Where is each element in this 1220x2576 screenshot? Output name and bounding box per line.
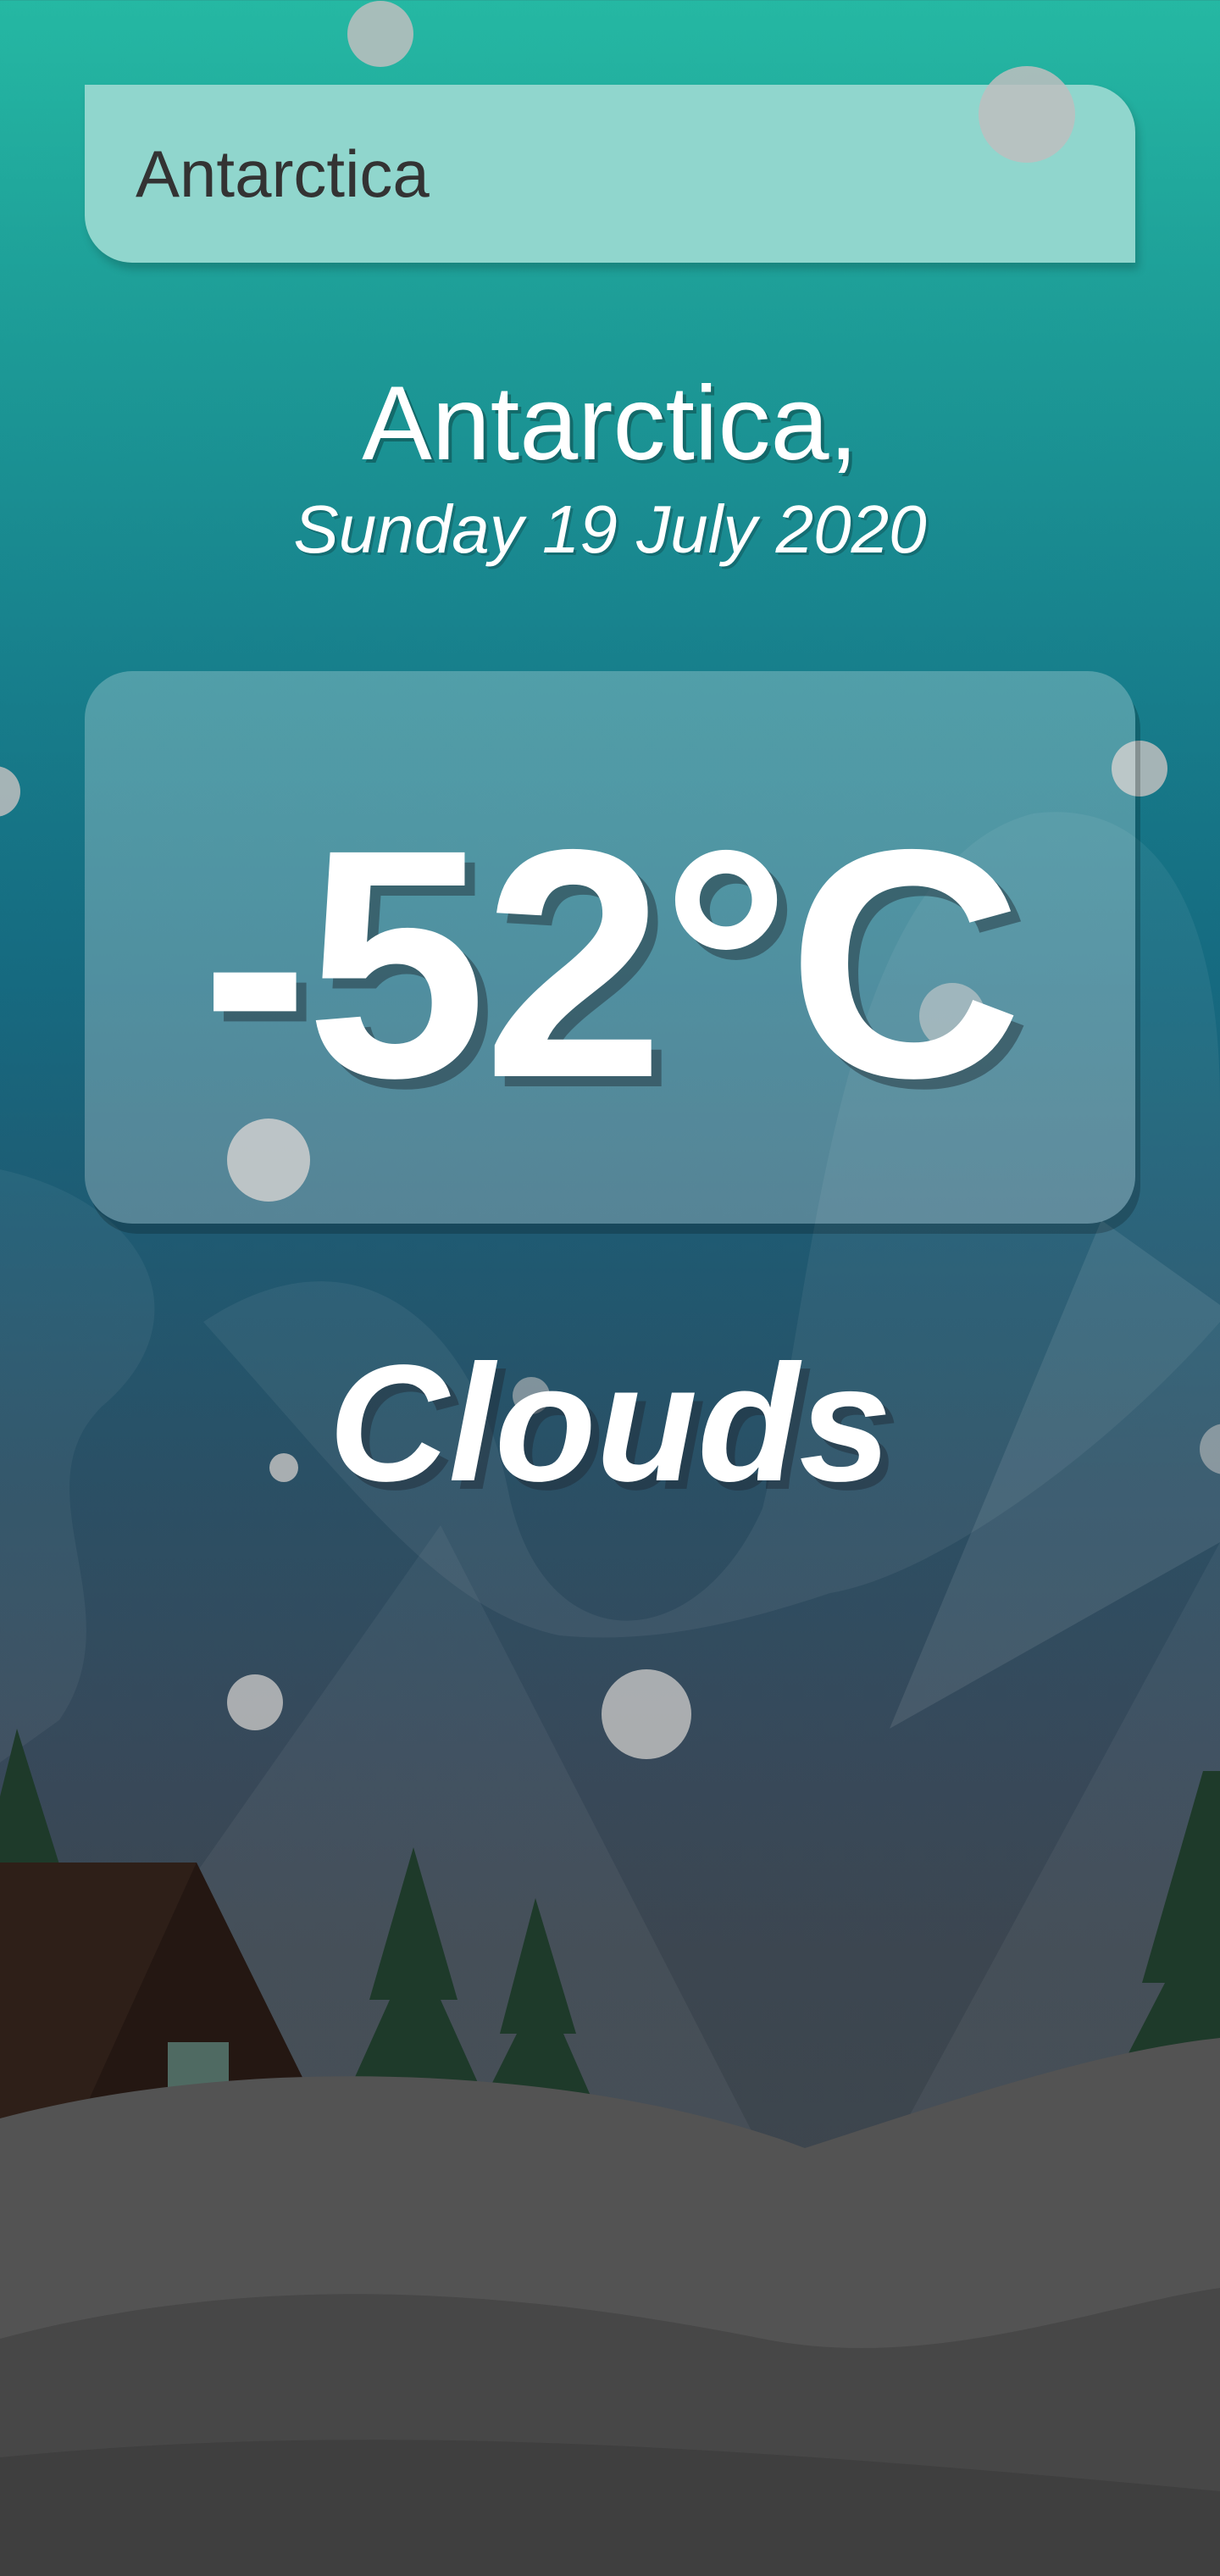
date-label: Sunday 19 July 2020 — [293, 491, 927, 567]
snow-dot — [227, 1674, 283, 1730]
snow-dot — [979, 66, 1075, 163]
search-box[interactable] — [85, 85, 1135, 263]
snow-dot — [602, 1669, 691, 1759]
weather-condition: Clouds — [328, 1330, 892, 1516]
location-search-input[interactable] — [136, 85, 1084, 263]
temperature-card: -52°C — [85, 671, 1135, 1224]
location-title: Antarctica, — [362, 365, 858, 482]
snow-dot — [347, 1, 413, 67]
temperature-value: -52°C — [201, 782, 1023, 1146]
